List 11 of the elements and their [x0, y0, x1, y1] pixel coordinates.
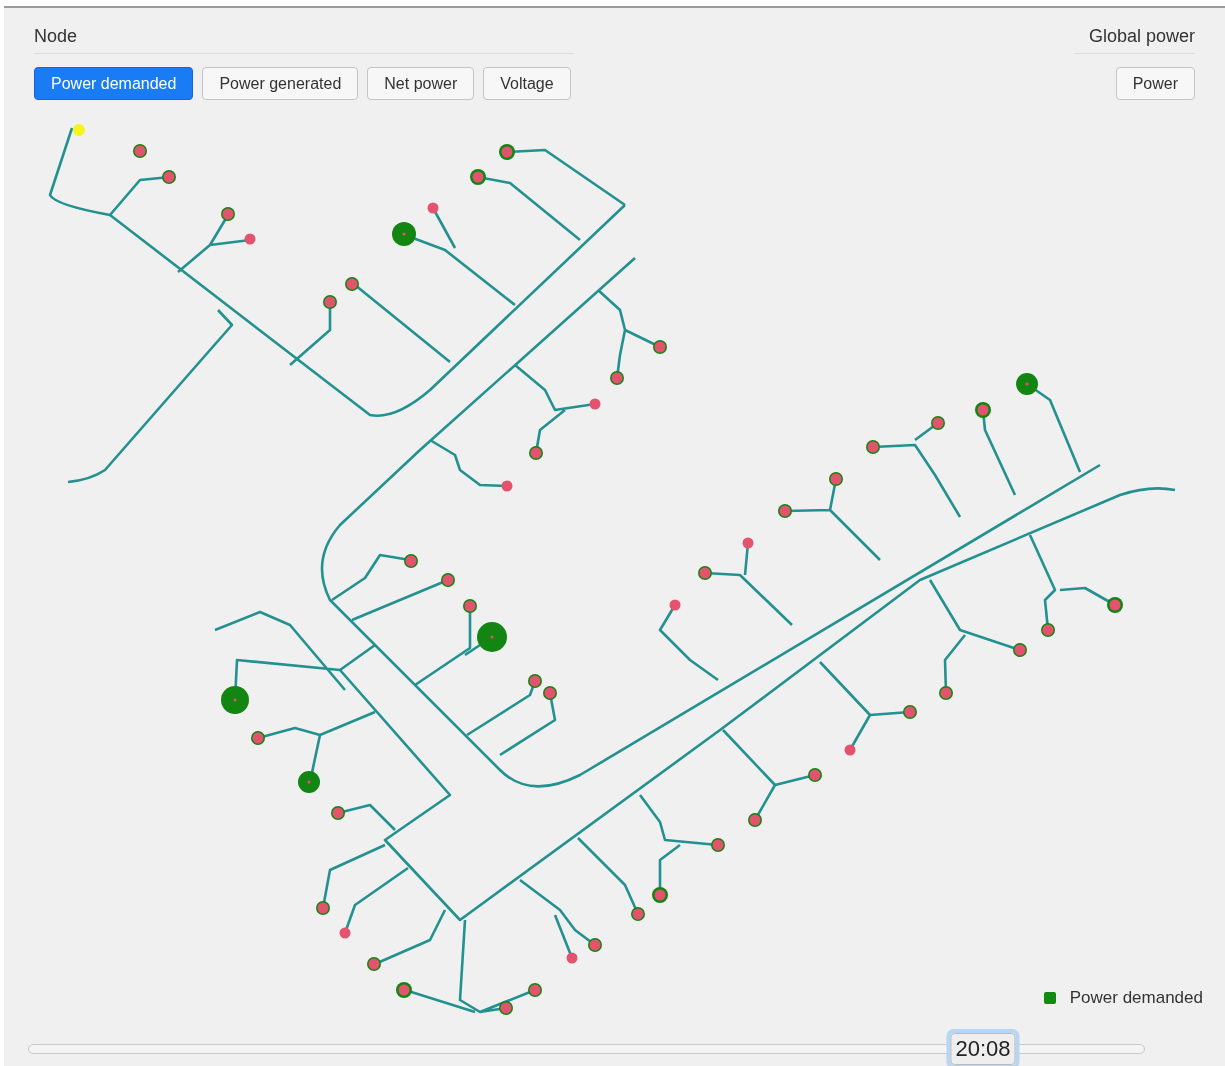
panel-title: Node [34, 26, 574, 54]
mode-button[interactable]: Net power [367, 67, 475, 100]
panel-title: Global power [1075, 26, 1195, 54]
mode-button[interactable]: Power [1115, 67, 1195, 100]
time-slider[interactable]: 20:08 [28, 1029, 1145, 1066]
legend-label: Power demanded [1069, 988, 1203, 1008]
mode-button[interactable]: Power demanded [34, 67, 194, 100]
mode-button[interactable]: Voltage [483, 67, 571, 100]
legend-swatch-icon [1043, 992, 1056, 1004]
mode-button[interactable]: Power generated [202, 67, 359, 100]
slider-thumb[interactable]: 20:08 [946, 1029, 1020, 1066]
